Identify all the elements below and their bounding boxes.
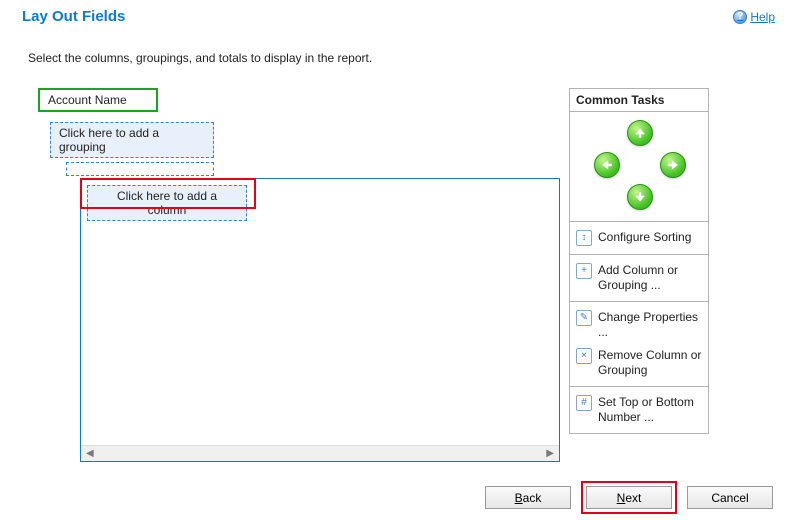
empty-grouping-row	[66, 162, 214, 176]
add-column-placeholder[interactable]: Click here to add a column	[87, 185, 247, 221]
move-down-button[interactable]	[627, 184, 653, 210]
topn-icon: #	[576, 395, 592, 411]
help-link[interactable]: ? Help	[733, 10, 775, 24]
next-rest: ext	[625, 491, 641, 505]
add-icon: +	[576, 263, 592, 279]
change-properties-label: Change Properties ...	[598, 310, 702, 340]
move-up-button[interactable]	[627, 120, 653, 146]
grouping-block: Click here to add a grouping	[50, 122, 558, 176]
common-tasks-panel: Common Tasks ↕ Configure Sorting + Add C…	[569, 88, 709, 434]
layout-workspace: Account Name Click here to add a groupin…	[38, 88, 558, 176]
scroll-left-icon[interactable]: ◀	[83, 448, 97, 459]
common-tasks-header: Common Tasks	[570, 89, 708, 112]
arrow-left-icon	[601, 159, 613, 171]
scroll-right-icon[interactable]: ▶	[543, 448, 557, 459]
configure-sorting-item[interactable]: ↕ Configure Sorting	[570, 226, 708, 250]
arrow-down-icon	[634, 191, 646, 203]
reorder-arrow-grid	[570, 112, 708, 222]
field-account-name[interactable]: Account Name	[38, 88, 158, 112]
cancel-button[interactable]: Cancel	[687, 486, 773, 509]
task-group-edit: ✎ Change Properties ... × Remove Column …	[570, 302, 708, 387]
next-highlight: Next	[581, 481, 677, 514]
instruction-text: Select the columns, groupings, and total…	[0, 25, 793, 65]
page-title: Lay Out Fields	[22, 8, 125, 25]
task-group-add: + Add Column or Grouping ...	[570, 255, 708, 302]
configure-sorting-label: Configure Sorting	[598, 230, 691, 245]
set-top-bottom-item[interactable]: # Set Top or Bottom Number ...	[570, 391, 708, 429]
add-column-grouping-item[interactable]: + Add Column or Grouping ...	[570, 259, 708, 297]
remove-column-grouping-label: Remove Column or Grouping	[598, 348, 702, 378]
next-button[interactable]: Next	[586, 486, 672, 509]
task-group-sort: ↕ Configure Sorting	[570, 222, 708, 255]
back-button[interactable]: Back	[485, 486, 571, 509]
back-rest: ack	[523, 491, 542, 505]
wizard-footer: Back Next Cancel	[485, 481, 773, 514]
change-properties-item[interactable]: ✎ Change Properties ...	[570, 306, 708, 344]
arrow-up-icon	[634, 127, 646, 139]
set-top-bottom-label: Set Top or Bottom Number ...	[598, 395, 702, 425]
remove-icon: ×	[576, 348, 592, 364]
add-grouping-placeholder[interactable]: Click here to add a grouping	[50, 122, 214, 158]
columns-canvas: Click here to add a column ◀ ▶	[80, 178, 560, 462]
remove-column-grouping-item[interactable]: × Remove Column or Grouping	[570, 344, 708, 382]
arrow-right-icon	[667, 159, 679, 171]
wizard-header: Lay Out Fields ? Help	[0, 0, 793, 25]
horizontal-scrollbar[interactable]: ◀ ▶	[81, 445, 559, 461]
help-icon: ?	[733, 10, 747, 24]
sorting-icon: ↕	[576, 230, 592, 246]
help-label: Help	[750, 10, 775, 24]
move-right-button[interactable]	[660, 152, 686, 178]
add-column-grouping-label: Add Column or Grouping ...	[598, 263, 702, 293]
properties-icon: ✎	[576, 310, 592, 326]
task-group-topn: # Set Top or Bottom Number ...	[570, 387, 708, 433]
move-left-button[interactable]	[594, 152, 620, 178]
cancel-label: Cancel	[711, 491, 748, 505]
